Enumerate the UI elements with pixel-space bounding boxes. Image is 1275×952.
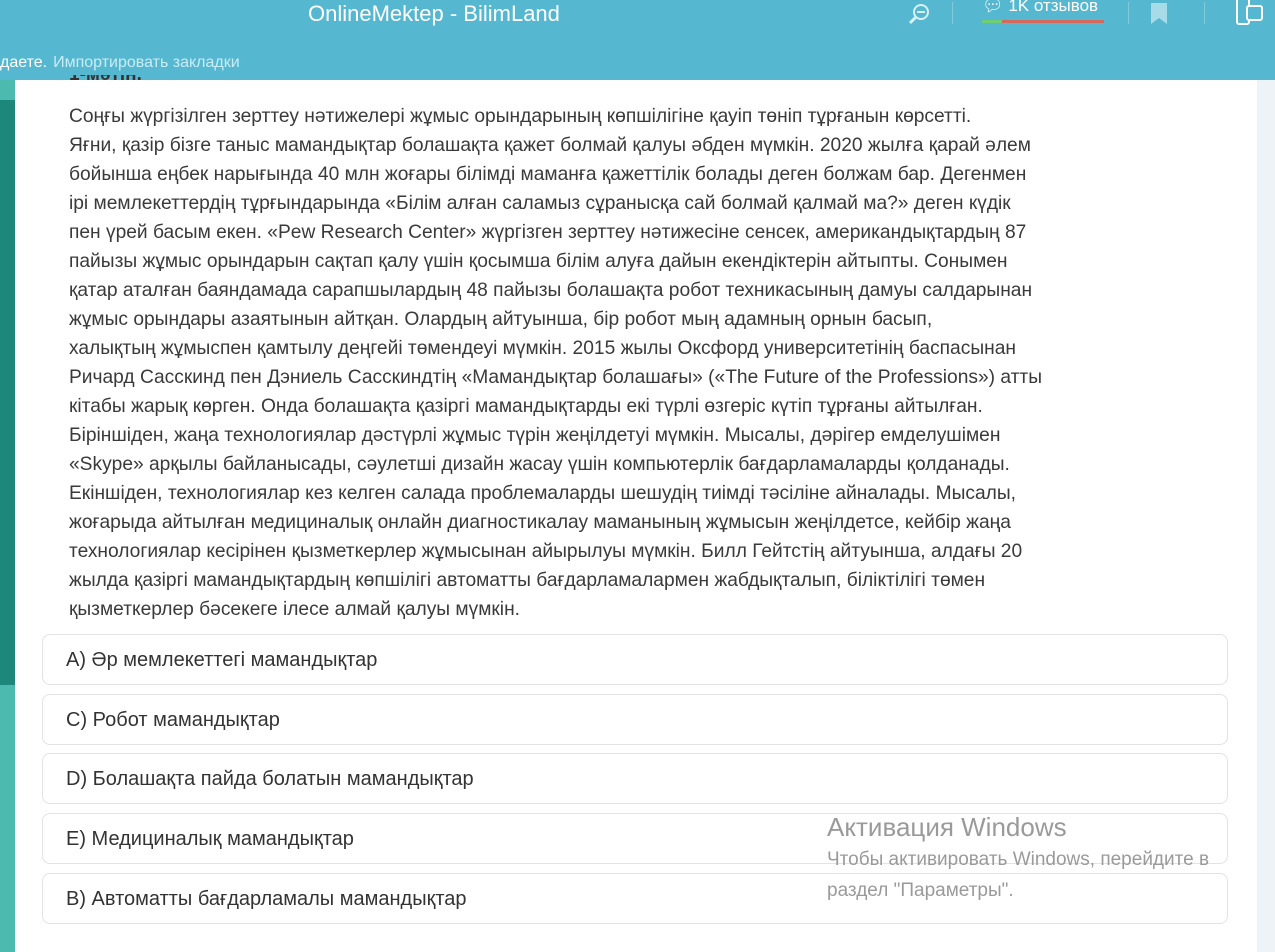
answer-option-label: B) Автоматты бағдарламалы мамандықтар bbox=[66, 888, 467, 910]
answer-option-label: C) Робот мамандықтар bbox=[66, 709, 280, 731]
text-line: бойынша еңбек нарығында 40 млн жоғары бі… bbox=[69, 164, 1027, 185]
reading-text: Соңғы жүргізілген зерттеу нәтижелері жұм… bbox=[69, 102, 1042, 624]
text-line: технологиялар кесірінен қызметкерлер жұм… bbox=[69, 541, 1023, 562]
watermark-line: раздел "Параметры". bbox=[827, 880, 1014, 901]
text-line: пайызы жұмыс орындарын сақтап қалу үшін … bbox=[69, 251, 1008, 272]
text-line: қызметкерлер бәсекеге ілесе алмай қалуы … bbox=[69, 599, 520, 620]
text-line: пен үрей басым екен. «Pew Research Cente… bbox=[69, 222, 1027, 243]
text-line: жұмыс орындары азаятынын айтқан. Олардың… bbox=[69, 309, 933, 330]
text-line: қатар аталған баяндамада сарапшылардың 4… bbox=[69, 280, 1033, 301]
answer-option[interactable]: D) Болашақта пайда болатын мамандықтар bbox=[42, 753, 1228, 804]
devices-icon[interactable] bbox=[1234, 0, 1264, 26]
bookmarks-hint: даете. bbox=[0, 54, 48, 71]
answer-option-label: D) Болашақта пайда болатын мамандықтар bbox=[66, 768, 474, 790]
reviews-count: 1K отзывов bbox=[1008, 0, 1099, 15]
bookmark-icon[interactable] bbox=[1150, 3, 1168, 25]
windows-activation-watermark: Активация Windows Чтобы активировать Win… bbox=[827, 810, 1209, 906]
divider bbox=[1204, 2, 1205, 24]
answer-option[interactable]: C) Робот мамандықтар bbox=[42, 694, 1228, 745]
divider bbox=[952, 2, 953, 24]
text-line: Яғни, қазір бізге таныс мамандықтар бола… bbox=[69, 135, 1031, 156]
reviews-link[interactable]: 💬︎ 1K отзывов bbox=[982, 0, 1104, 23]
answer-option-label: E) Медициналық мамандықтар bbox=[66, 828, 354, 850]
watermark-line: Чтобы активировать Windows, перейдите в bbox=[827, 849, 1210, 870]
divider bbox=[1128, 2, 1129, 24]
text-line: Ричард Сасскинд пен Дэниель Сасскиндтің … bbox=[69, 367, 1042, 388]
comment-icon: 💬︎ bbox=[982, 0, 1004, 15]
text-line: жоғарыда айтылған медициналық онлайн диа… bbox=[69, 512, 1011, 533]
text-line: кітабы жарық көрген. Онда болашақта қазі… bbox=[69, 396, 983, 417]
watermark-title: Активация Windows bbox=[827, 812, 1067, 842]
text-line: Біріншіден, жаңа технологиялар дәстүрлі … bbox=[69, 425, 1001, 446]
top-bar: OnlineMektep - BilimLand 💬︎ 1K отзывов д… bbox=[0, 0, 1275, 80]
zoom-out-icon[interactable] bbox=[906, 2, 932, 26]
text-line: Екіншіден, технологиялар кез келген сала… bbox=[69, 483, 1016, 504]
bookmarks-bar: даете. Импортировать закладки bbox=[0, 52, 240, 74]
text-line: халықтың жұмыспен қамтылу деңгейі төменд… bbox=[69, 338, 1016, 359]
rating-bar bbox=[982, 20, 1104, 23]
left-sidebar-strip bbox=[0, 80, 15, 952]
text-line: ірі мемлекеттердің тұрғындарында «Білім … bbox=[69, 193, 1011, 214]
text-line: «Skype» арқылы байланысады, сәулетші диз… bbox=[69, 454, 1010, 475]
answer-option[interactable]: A) Әр мемлекеттегі мамандықтар bbox=[42, 634, 1228, 685]
text-line: Соңғы жүргізілген зерттеу нәтижелері жұм… bbox=[69, 106, 972, 127]
import-bookmarks-link[interactable]: Импортировать закладки bbox=[53, 54, 240, 71]
text-heading: 1-мәтін. bbox=[69, 75, 142, 85]
answer-option-label: A) Әр мемлекеттегі мамандықтар bbox=[66, 649, 378, 671]
page-title: OnlineMektep - BilimLand bbox=[308, 1, 560, 26]
text-line: жылда қазіргі мамандықтардың көпшілігі а… bbox=[69, 570, 986, 591]
